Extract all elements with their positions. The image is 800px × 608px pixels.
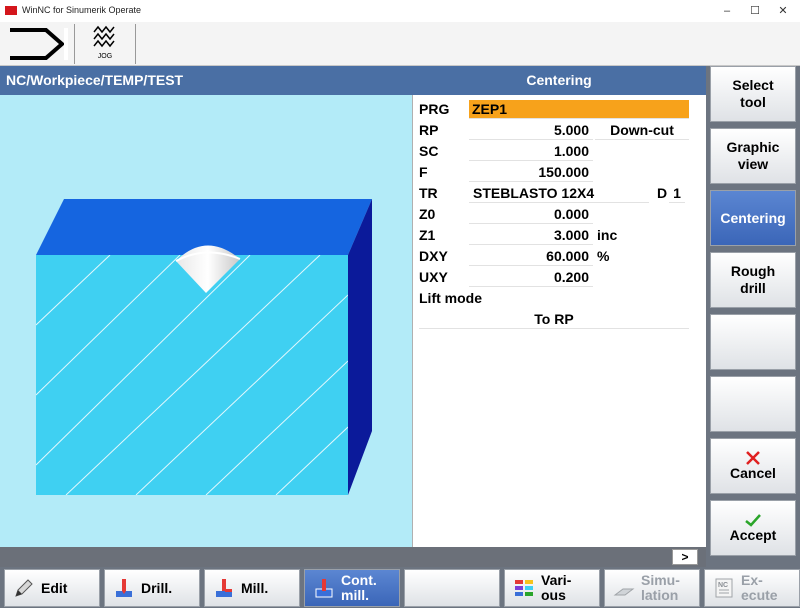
f-label: F [419,164,428,180]
mill-icon [216,579,232,597]
nc-execute-icon: NC [715,578,733,598]
simulation-icon [613,588,635,596]
contour-mill-icon [315,579,333,598]
z0-field[interactable]: 0.000 [469,205,593,224]
row-f: F 150.000 [413,162,707,183]
various-icon [515,580,533,596]
more-button[interactable]: > [672,549,698,565]
drill-softkey[interactable]: Drill. [104,569,200,607]
uxy-label: UXY [419,269,448,285]
svg-text:NC: NC [718,582,728,589]
select-tool-softkey[interactable]: Select tool [710,66,796,122]
sc-label: SC [419,143,439,159]
centering-workpiece-graphic [36,199,372,495]
tr-label: TR [419,185,438,201]
row-tr: TR STEBLASTO 12X4 D 1 [413,183,707,204]
row-sc: SC 1.000 [413,141,707,162]
d-label: D [657,185,668,201]
jog-wave-icon [93,25,115,48]
empty-softkey-6[interactable] [710,376,796,432]
lift-mode-label: Lift mode [419,290,482,306]
dxy-label: DXY [419,248,448,264]
pencil-icon [15,579,33,597]
cycle-title: Centering [412,66,706,95]
accept-check-icon [745,513,761,527]
row-uxy: UXY 0.200 [413,267,707,288]
title-bar: WinNC for Sinumerik Operate – ☐ ✕ [0,0,800,22]
parameter-form: PRG ZEP1 RP 5.000 Down-cut SC 1.000 F 15… [412,95,706,547]
graphic-view-softkey[interactable]: Graphic view [710,128,796,184]
tool-field[interactable]: STEBLASTO 12X4 [469,184,649,203]
various-softkey[interactable]: Vari- ous [504,569,600,607]
d-field[interactable]: 1 [669,184,685,203]
row-z1: Z1 3.000 inc [413,225,707,246]
minimize-button[interactable]: – [714,2,740,20]
execute-softkey[interactable]: NC Ex- ecute [704,569,800,607]
empty-softkey-5[interactable] [710,314,796,370]
uxy-field[interactable]: 0.200 [469,268,593,287]
mode-bar: JOG [0,22,800,66]
machine-area-icon[interactable] [8,26,70,62]
dxy-field[interactable]: 60.000 [469,247,593,266]
milling-direction-toggle[interactable]: Down-cut [595,121,689,140]
empty-bottom-softkey[interactable] [404,569,500,607]
prg-label: PRG [419,101,450,117]
contour-mill-softkey[interactable]: Cont. mill. [304,569,400,607]
app-icon [5,6,17,15]
cancel-softkey[interactable]: Cancel [710,438,796,494]
rp-label: RP [419,122,439,138]
row-rp: RP 5.000 Down-cut [413,120,707,141]
lift-mode-field[interactable]: To RP [419,310,689,329]
z0-label: Z0 [419,206,436,222]
row-lift-mode-value: To RP [413,309,707,330]
program-path: NC/Workpiece/TEMP/TEST [0,66,412,95]
dxy-unit[interactable]: % [597,248,609,264]
sc-field[interactable]: 1.000 [469,142,593,161]
accept-softkey[interactable]: Accept [710,500,796,556]
vertical-softkeys: Select tool Graphic view Centering Rough… [706,66,800,567]
prg-field[interactable]: ZEP1 [469,100,689,119]
centering-softkey[interactable]: Centering [710,190,796,246]
feed-field[interactable]: 150.000 [469,163,593,182]
app-window: WinNC for Sinumerik Operate – ☐ ✕ JOG NC… [0,0,800,608]
cancel-x-icon [746,450,760,465]
simulation-softkey[interactable]: Simu- lation [604,569,700,607]
window-title: WinNC for Sinumerik Operate [22,5,142,15]
edit-softkey[interactable]: Edit [4,569,100,607]
close-button[interactable]: ✕ [770,2,796,20]
row-z0: Z0 0.000 [413,204,707,225]
z1-unit[interactable]: inc [597,227,617,243]
help-graphic [0,95,412,547]
row-prg: PRG ZEP1 [413,99,707,120]
row-dxy: DXY 60.000 % [413,246,707,267]
z1-label: Z1 [419,227,436,243]
rough-drill-softkey[interactable]: Rough drill [710,252,796,308]
horizontal-softkeys: Edit Drill. Mill. Cont. mill. Vari- ous … [0,567,800,608]
drill-icon [116,579,132,597]
jog-mode-indicator: JOG [74,24,136,64]
maximize-button[interactable]: ☐ [742,2,768,20]
rp-field[interactable]: 5.000 [469,121,593,140]
mill-softkey[interactable]: Mill. [204,569,300,607]
jog-label: JOG [97,53,113,60]
status-strip: > [0,547,706,567]
row-lift-mode: Lift mode [413,288,707,309]
z1-field[interactable]: 3.000 [469,226,593,245]
